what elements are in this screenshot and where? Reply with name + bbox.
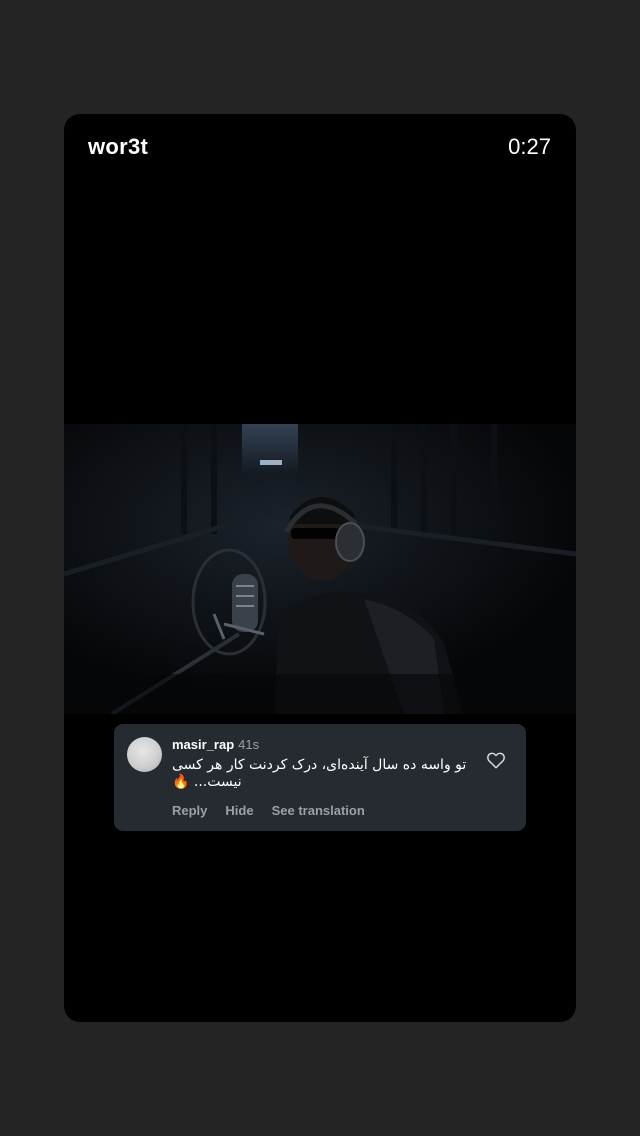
comment-text: تو واسه ده سال آینده‌ای، درک کردنت کار ه… <box>172 757 467 790</box>
story-username[interactable]: wor3t <box>88 134 148 160</box>
story-card[interactable]: wor3t 0:27 masir_rap 41s تو واسه ده سال … <box>64 114 576 1022</box>
comment-overlay: masir_rap 41s تو واسه ده سال آینده‌ای، در… <box>114 724 526 831</box>
avatar[interactable] <box>127 737 162 772</box>
comment-age: 41s <box>238 737 260 752</box>
comment-actions: Reply Hide See translation <box>172 803 365 818</box>
hide-button[interactable]: Hide <box>225 803 253 818</box>
see-translation-button[interactable]: See translation <box>272 803 365 818</box>
comment-username[interactable]: masir_rap <box>172 737 234 752</box>
reply-button[interactable]: Reply <box>172 803 207 818</box>
video-thumbnail <box>64 424 576 714</box>
video-timestamp: 0:27 <box>508 134 551 159</box>
video-frame[interactable] <box>64 424 576 714</box>
heart-outline-icon[interactable] <box>486 751 506 769</box>
comment-meta: masir_rap 41s <box>172 737 259 753</box>
